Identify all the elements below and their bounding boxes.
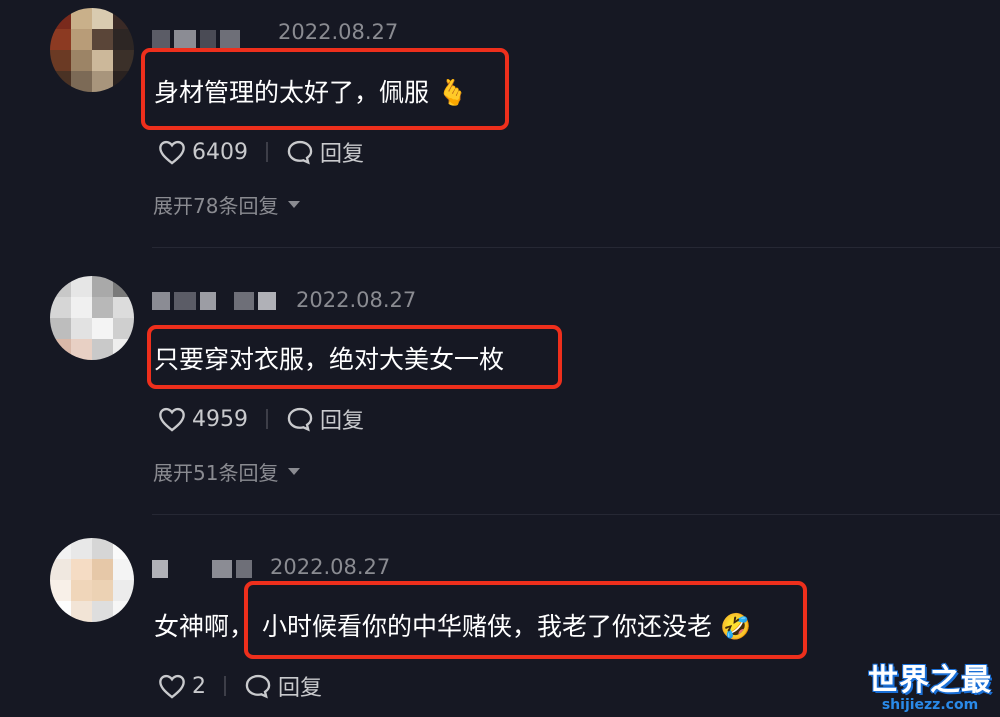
- like-count: 4959: [192, 406, 248, 432]
- like-button[interactable]: 4959: [158, 406, 248, 432]
- comment-actions: 6409 回复: [158, 136, 364, 168]
- reply-label: 回复: [320, 409, 365, 434]
- comment-actions: 2 回复: [158, 670, 322, 702]
- expand-replies-label: 展开51条回复: [153, 461, 279, 485]
- like-button[interactable]: 2: [158, 673, 206, 699]
- username-blurred[interactable]: [152, 28, 240, 50]
- avatar[interactable]: [50, 276, 134, 360]
- comment-divider: [152, 247, 1000, 248]
- reply-button[interactable]: 回复: [286, 136, 364, 168]
- reply-label: 回复: [320, 142, 365, 167]
- reply-button[interactable]: 回复: [286, 403, 364, 435]
- expand-triangle-icon: [288, 468, 301, 475]
- expand-replies-button[interactable]: 展开78条回复: [153, 190, 301, 219]
- divider: [224, 676, 226, 696]
- expand-triangle-icon: [288, 201, 301, 208]
- avatar[interactable]: [50, 8, 134, 92]
- watermark: 世界之最 shijiezz.com: [868, 655, 992, 713]
- comment-date: 2022.08.27: [270, 555, 391, 579]
- watermark-logo: 世界之最: [868, 663, 992, 698]
- watermark-url: shijiezz.com: [881, 697, 979, 713]
- comment-date: 2022.08.27: [278, 20, 399, 44]
- comment-divider: [152, 514, 1000, 515]
- like-count: 6409: [192, 139, 248, 165]
- divider: [266, 409, 268, 429]
- comment-bubble-icon: [245, 674, 271, 699]
- avatar[interactable]: [50, 538, 134, 622]
- heart-icon: [159, 140, 185, 165]
- reply-button[interactable]: 回复: [244, 670, 322, 702]
- comment-text: 小时候看你的中华赌侠，我老了你还没老 🤣: [262, 612, 752, 641]
- comment-text: 身材管理的太好了，佩服 🫰: [154, 78, 469, 107]
- comment-actions: 4959 回复: [158, 403, 364, 435]
- like-count: 2: [192, 673, 206, 699]
- username-blurred[interactable]: [152, 290, 276, 312]
- expand-replies-label: 展开78条回复: [153, 194, 279, 218]
- reply-label: 回复: [278, 676, 323, 701]
- heart-icon: [159, 674, 185, 699]
- expand-replies-button[interactable]: 展开51条回复: [153, 457, 301, 486]
- comment-bubble-icon: [287, 407, 313, 432]
- like-button[interactable]: 6409: [158, 139, 248, 165]
- comment-date: 2022.08.27: [296, 288, 417, 312]
- comment-text-prefix: 女神啊，: [154, 612, 255, 641]
- divider: [266, 142, 268, 162]
- comment-text: 只要穿对衣服，绝对大美女一枚: [154, 345, 505, 374]
- heart-icon: [159, 407, 185, 432]
- comment-bubble-icon: [287, 140, 313, 165]
- username-blurred[interactable]: [152, 558, 252, 580]
